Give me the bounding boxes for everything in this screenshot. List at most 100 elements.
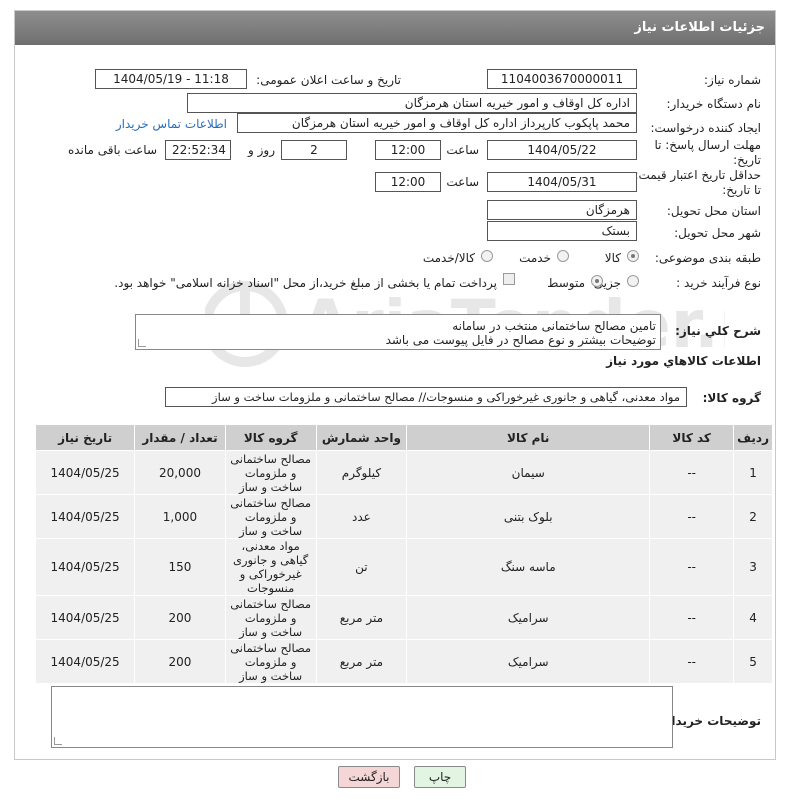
cell-item-name: ماسه سنگ [406,538,651,596]
cell-quantity: 150 [134,538,226,596]
cell-item-group: مواد معدنی، گیاهی و جانوری غیرخوراکی و م… [224,538,317,596]
days-label: روز و [248,143,275,157]
description-line-1: تامین مصالح ساختمانی منتخب در سامانه [452,319,656,333]
cell-need-date: 1404/05/25 [34,595,136,640]
need-number-label: شماره نیاز: [704,73,761,87]
col-unit: واحد شمارش [315,424,408,451]
price-validity-label: حداقل تاریخ اعتبار قیمت: [634,168,761,182]
cell-item-name: سرامیک [406,595,651,640]
goods-group-field: مواد معدنی، گیاهی و جانوری غیرخوراکی و م… [165,387,687,407]
cell-need-date: 1404/05/25 [34,639,136,684]
table-row: 2 -- بلوک بتنی عدد مصالح ساختمانی و ملزومات … [34,494,773,539]
cell-item-group: مصالح ساختمانی و ملزومات ساخت و ساز [224,595,317,640]
treasury-payment-checkbox[interactable] [503,273,515,285]
col-name: نام کالا [406,424,651,451]
table-row: 4 -- سرامیک متر مربع مصالح ساختمانی و ملزوما… [34,595,773,640]
category-radio-goods[interactable] [627,250,639,262]
process-type-label: نوع فرآیند خرید : [676,276,761,290]
announce-date-label: تاریخ و ساعت اعلان عمومی: [256,73,401,87]
cell-item-name: سیمان [406,450,651,495]
cell-item-code: -- [649,538,735,596]
buyer-org-label: نام دستگاه خریدار: [666,97,762,111]
cell-unit: تن [315,538,408,596]
buyer-org-field: اداره کل اوقاف و امور خیریه استان هرمزگا… [187,93,637,113]
goods-group-label: گروه کالا: [702,391,761,405]
cell-item-group: مصالح ساختمانی و ملزومات ساخت و ساز [224,450,317,495]
price-validity-time-field: 12:00 [375,172,441,192]
delivery-city-field: بستک [487,221,637,241]
price-validity-date-field: 1404/05/31 [487,172,637,192]
print-button[interactable]: چاپ [414,766,466,788]
cell-quantity: 200 [134,639,226,684]
cell-quantity: 200 [134,595,226,640]
delivery-city-label: شهر محل تحویل: [674,226,761,240]
resize-grip-icon[interactable] [54,737,62,745]
cell-row-number: 3 [733,538,773,596]
cell-item-group: مصالح ساختمانی و ملزومات ساخت و ساز [224,639,317,684]
treasury-payment-note: پرداخت تمام یا بخشی از مبلغ خرید،از محل … [114,276,497,290]
cell-row-number: 2 [733,494,773,539]
buyer-notes-textarea[interactable] [51,686,673,748]
price-validity-time-label: ساعت [446,175,479,189]
delivery-province-label: استان محل تحویل: [666,204,761,218]
requester-label: ایجاد کننده درخواست: [650,121,761,135]
cell-row-number: 5 [733,639,773,684]
col-row: ردیف [733,424,773,451]
category-radio-service[interactable] [557,250,569,262]
description-textarea[interactable]: تامین مصالح ساختمانی منتخب در سامانه توض… [135,314,661,350]
process-radio-medium[interactable] [591,275,603,287]
cell-item-code: -- [649,494,735,539]
buyer-contact-link[interactable]: اطلاعات تماس خریدار [116,117,227,131]
cell-row-number: 1 [733,450,773,495]
goods-table: ردیف کد کالا نام کالا واحد شمارش گروه کا… [34,424,773,684]
col-need-date: تاریخ نیاز [34,424,136,451]
cell-quantity: 1,000 [134,494,226,539]
remaining-time-field: 22:52:34 [165,140,231,160]
cell-item-group: مصالح ساختمانی و ملزومات ساخت و ساز [224,494,317,539]
cell-item-code: -- [649,450,735,495]
cell-need-date: 1404/05/25 [34,494,136,539]
process-option-medium: متوسط [547,276,585,290]
category-option-goods-service: کالا/خدمت [422,251,475,265]
remaining-time-label: ساعت باقی مانده [67,143,157,157]
description-label: شرح کلي نياز: [675,324,761,338]
table-row: 1 -- سیمان کیلوگرم مصالح ساختمانی و ملزومات … [34,450,773,495]
cell-item-code: -- [649,639,735,684]
category-label: طبقه بندی موضوعی: [654,251,761,265]
cell-quantity: 20,000 [134,450,226,495]
cell-need-date: 1404/05/25 [34,450,136,495]
description-line-2: توضیحات بیشتر و نوع مصالح در فایل پیوست … [385,333,656,347]
category-option-service: خدمت [519,251,551,265]
cell-unit: عدد [315,494,408,539]
col-code: کد کالا [649,424,735,451]
cell-unit: متر مربع [315,639,408,684]
cell-unit: متر مربع [315,595,408,640]
need-number-field: 1104003670000011 [487,69,637,89]
resize-grip-icon[interactable] [138,339,146,347]
price-validity-label-2: تا تاریخ: [722,183,761,197]
cell-need-date: 1404/05/25 [34,538,136,596]
deadline-time-field: 12:00 [375,140,441,160]
category-option-goods: کالا [604,251,621,265]
delivery-province-field: هرمزگان [487,200,637,220]
back-button[interactable]: بازگشت [338,766,400,788]
deadline-time-label: ساعت [446,143,479,157]
table-row: 3 -- ماسه سنگ تن مواد معدنی، گیاهی و جانوری … [34,538,773,596]
requester-field: محمد پاپکوب کارپرداز اداره کل اوقاف و ام… [237,113,637,133]
cell-item-code: -- [649,595,735,640]
deadline-label: مهلت ارسال پاسخ: تا [654,138,761,152]
announce-date-field: 1404/05/19 - 11:18 [95,69,247,89]
goods-info-title: اطلاعات کالاهاي مورد نياز [606,354,761,368]
cell-row-number: 4 [733,595,773,640]
deadline-date-field: 1404/05/22 [487,140,637,160]
deadline-label-2: تاریخ: [733,153,761,167]
cell-item-name: بلوک بتنی [406,494,651,539]
cell-unit: کیلوگرم [315,450,408,495]
need-details-panel: جزئیات اطلاعات نیاز AriaTender.neT شماره… [14,10,776,760]
process-radio-minor[interactable] [627,275,639,287]
days-remaining-field: 2 [281,140,347,160]
category-radio-goods-service[interactable] [481,250,493,262]
panel-header: جزئیات اطلاعات نیاز [15,11,775,45]
buyer-notes-label: توضیحات خریدار: [659,714,761,728]
table-row: 5 -- سرامیک متر مربع مصالح ساختمانی و ملزوما… [34,639,773,684]
